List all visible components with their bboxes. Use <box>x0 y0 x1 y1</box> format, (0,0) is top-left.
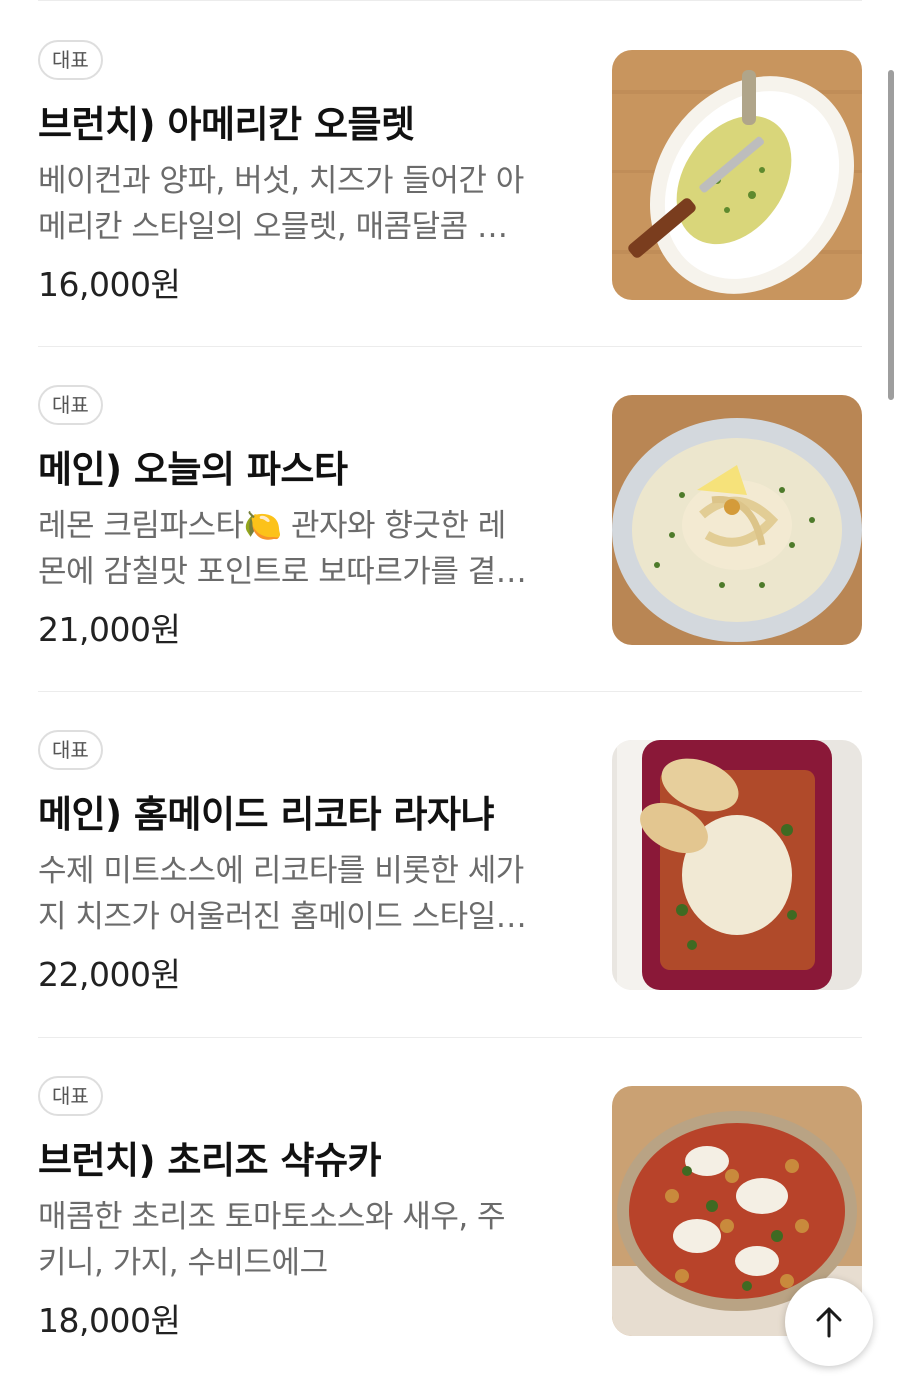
description-line: 키니, 가지, 수비드에그 <box>38 1245 328 1281</box>
scroll-to-top-button[interactable] <box>785 1278 873 1366</box>
menu-item-info: 대표 메인) 홈메이드 리코타 라자냐 수제 미트소스에 리코타를 비롯한 세가… <box>38 730 583 996</box>
description-line: 수제 미트소스에 리코타를 비롯한 세가 <box>38 853 524 889</box>
lasagna-photo[interactable] <box>612 740 862 990</box>
scrollbar[interactable] <box>888 70 894 400</box>
description-line: 메리칸 스타일의 오믈렛, 매콤달콤 … <box>38 209 508 245</box>
arrow-up-icon <box>816 1307 842 1338</box>
description-line: 베이컨과 양파, 버섯, 치즈가 들어간 아 <box>38 163 524 199</box>
item-divider <box>38 691 862 692</box>
menu-item-shakshuka[interactable]: 대표 브런치) 초리조 샥슈카 매콤한 초리조 토마토소스와 새우, 주 키니,… <box>38 1076 862 1340</box>
item-divider <box>38 346 862 347</box>
description-line: 몬에 감칠맛 포인트로 보따르가를 곁… <box>38 554 527 590</box>
menu-item-omelette[interactable]: 대표 브런치) 아메리칸 오믈렛 베이컨과 양파, 버섯, 치즈가 들어간 아 … <box>38 40 862 304</box>
description-line: 매콤한 초리조 토마토소스와 새우, 주 <box>38 1199 506 1235</box>
signature-badge: 대표 <box>38 730 103 770</box>
menu-item-price: 22,000원 <box>38 955 181 994</box>
menu-item-price: 16,000원 <box>38 265 181 304</box>
menu-item-price: 18,000원 <box>38 1301 181 1340</box>
menu-item-info: 대표 브런치) 아메리칸 오믈렛 베이컨과 양파, 버섯, 치즈가 들어간 아 … <box>38 40 583 306</box>
menu-item-info: 대표 메인) 오늘의 파스타 레몬 크림파스타🍋 관자와 향긋한 레 몬에 감칠… <box>38 385 583 651</box>
signature-badge: 대표 <box>38 1076 103 1116</box>
item-divider <box>38 1037 862 1038</box>
menu-item-price: 21,000원 <box>38 610 181 649</box>
signature-badge: 대표 <box>38 40 103 80</box>
menu-item-description: 레몬 크림파스타🍋 관자와 향긋한 레 몬에 감칠맛 포인트로 보따르가를 곁… <box>38 503 583 595</box>
menu-item-title: 브런치) 초리조 샥슈카 <box>38 1139 382 1182</box>
menu-item-description: 베이컨과 양파, 버섯, 치즈가 들어간 아 메리칸 스타일의 오믈렛, 매콤달… <box>38 158 583 250</box>
menu-item-description: 수제 미트소스에 리코타를 비롯한 세가 지 치즈가 어울러진 홈메이드 스타일… <box>38 848 583 940</box>
top-divider <box>38 0 862 1</box>
menu-item-title: 메인) 홈메이드 리코타 라자냐 <box>38 793 495 836</box>
menu-item-title: 브런치) 아메리칸 오믈렛 <box>38 103 415 146</box>
description-line: 레몬 크림파스타🍋 관자와 향긋한 레 <box>38 508 506 544</box>
menu-item-title: 메인) 오늘의 파스타 <box>38 448 348 491</box>
menu-item-lasagna[interactable]: 대표 메인) 홈메이드 리코타 라자냐 수제 미트소스에 리코타를 비롯한 세가… <box>38 730 862 994</box>
signature-badge: 대표 <box>38 385 103 425</box>
pasta-photo[interactable] <box>612 395 862 645</box>
menu-item-pasta[interactable]: 대표 메인) 오늘의 파스타 레몬 크림파스타🍋 관자와 향긋한 레 몬에 감칠… <box>38 385 862 649</box>
menu-item-info: 대표 브런치) 초리조 샥슈카 매콤한 초리조 토마토소스와 새우, 주 키니,… <box>38 1076 583 1342</box>
menu-item-description: 매콤한 초리조 토마토소스와 새우, 주 키니, 가지, 수비드에그 <box>38 1194 583 1286</box>
description-line: 지 치즈가 어울러진 홈메이드 스타일… <box>38 899 527 935</box>
omelette-photo[interactable] <box>612 50 862 300</box>
